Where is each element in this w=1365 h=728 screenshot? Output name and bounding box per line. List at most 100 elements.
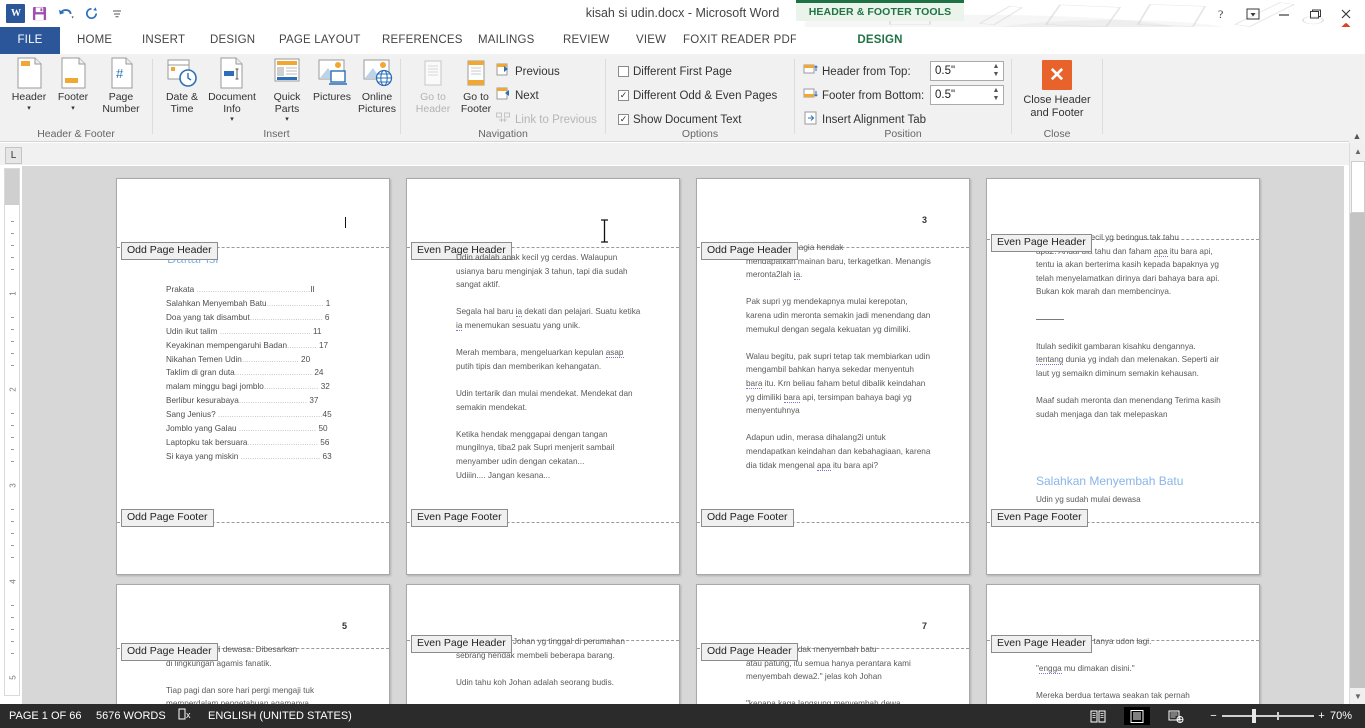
undo-icon[interactable] (53, 3, 77, 25)
document-canvas[interactable]: Daftar isi Odd Page Header Prakata .....… (22, 166, 1344, 704)
toc-row[interactable]: Laptopku tak bersuara...................… (166, 436, 348, 450)
spell-check-icon[interactable]: x (178, 704, 194, 728)
page-4-body[interactable]: xxxxxxxxx ah kecil yg beringus tak tahua… (1036, 231, 1221, 435)
page-4[interactable]: xxxxxxxxx ah kecil yg beringus tak tahua… (986, 178, 1260, 575)
online-pictures-button[interactable]: Online Pictures (351, 57, 403, 127)
zoom-out-button[interactable]: − (1208, 704, 1219, 728)
page-7[interactable]: 7 xxxxxxxxx ni tidak menyembah batuatau … (696, 584, 970, 704)
toc-page: 63 (322, 451, 332, 461)
help-icon[interactable]: ? (1207, 2, 1237, 26)
toc-row[interactable]: Taklim di gran duta.....................… (166, 366, 348, 380)
page-6[interactable]: Dia adalah koh Johan yg tinggal di perum… (406, 584, 680, 704)
tab-insert[interactable]: INSERT (131, 27, 196, 54)
vruler-mark-1: 1 (8, 291, 18, 296)
stepper-down-icon[interactable]: ▼ (992, 71, 1000, 78)
ribbon-display-options-icon[interactable] (1238, 2, 1268, 26)
tab-view[interactable]: VIEW (625, 27, 677, 54)
scroll-down-arrow-icon[interactable]: ▼ (1350, 688, 1365, 704)
tab-file[interactable]: FILE (0, 27, 60, 54)
zoom-level[interactable]: 70% (1330, 704, 1352, 728)
web-layout-icon[interactable] (1163, 707, 1189, 725)
different-odd-even-label: Different Odd & Even Pages (633, 89, 778, 102)
stepper-up-icon[interactable]: ▲ (992, 63, 1000, 70)
close-x-icon: ✕ (1042, 60, 1072, 90)
tab-home[interactable]: HOME (66, 27, 123, 54)
header-icon (14, 57, 45, 89)
zoom-slider-handle[interactable] (1252, 709, 1256, 723)
page-number-button[interactable]: # Page Number (92, 57, 150, 127)
print-layout-icon[interactable] (1124, 707, 1150, 725)
zoom-slider-track[interactable] (1222, 715, 1314, 717)
toc-row[interactable]: Nikahan Temen Udin......................… (166, 353, 348, 367)
close-header-footer-button[interactable]: ✕ Close Header and Footer (1020, 60, 1094, 134)
scrollbar-thumb[interactable] (1351, 161, 1365, 213)
show-document-text-checkbox[interactable]: ✓ Show Document Text (618, 110, 741, 129)
tab-foxit-reader-pdf[interactable]: FOXIT READER PDF (672, 27, 808, 54)
ribbon-group-navigation: Go to Header Go to Footer Previous Next (401, 54, 605, 142)
scroll-up-arrow-icon[interactable]: ▲ (1350, 143, 1365, 159)
paragraph: Udin tertarik dan mulai mendekat. Mendek… (456, 388, 633, 412)
tab-page-layout[interactable]: PAGE LAYOUT (268, 27, 372, 54)
tab-stop-selector[interactable]: L (5, 147, 22, 164)
word-count[interactable]: 5676 WORDS (96, 704, 166, 728)
stepper-up-icon[interactable]: ▲ (992, 87, 1000, 94)
toc-row[interactable]: malam minggu bagi jomblo................… (166, 380, 348, 394)
page-3[interactable]: 3 xxxxxxxxx bahagia hendakmendapatkan ma… (696, 178, 970, 575)
word-logo-icon: W (6, 4, 25, 23)
minimize-icon[interactable] (1269, 2, 1299, 26)
toc-text: Doa yang tak disambut (166, 312, 250, 322)
word-application-window: kisah si udin.docx - Microsoft Word W HE… (0, 0, 1365, 728)
previous-button[interactable]: Previous (495, 62, 560, 81)
toc-row[interactable]: Prakata ................................… (166, 283, 348, 297)
collapse-ribbon-button[interactable]: ▲ (1349, 128, 1365, 143)
read-mode-icon[interactable] (1085, 707, 1111, 725)
document-info-button[interactable]: Document Info ▾ (203, 57, 261, 127)
toc-row[interactable]: Si kaya yang miskin ....................… (166, 450, 348, 464)
go-to-footer-icon (463, 57, 489, 89)
tab-header-footer-design[interactable]: DESIGN (796, 27, 964, 54)
header-from-top-input[interactable]: 0.5" ▲ ▼ (930, 61, 1004, 81)
scrollbar-track[interactable] (1350, 213, 1365, 688)
tab-mailings[interactable]: MAILINGS (467, 27, 546, 54)
toc-row[interactable]: Salahkan Menyembah Batu.................… (166, 297, 348, 311)
save-icon[interactable] (27, 3, 51, 25)
horizontal-ruler[interactable]: 1 2 3 ⌟ (0, 143, 1365, 313)
restore-icon[interactable] (1300, 2, 1330, 26)
toc-row[interactable]: Doa yang tak disambut...................… (166, 311, 348, 325)
redo-icon[interactable] (79, 3, 103, 25)
different-odd-even-checkbox[interactable]: ✓ Different Odd & Even Pages (618, 86, 777, 105)
zoom-in-button[interactable]: + (1316, 704, 1327, 728)
page-2-body[interactable]: Udin adalah anak kecil yg cerdas. Walaup… (456, 251, 641, 482)
toc-row[interactable]: Jomblo yang Galau ......................… (166, 422, 348, 436)
footer-from-bottom-input[interactable]: 0.5" ▲ ▼ (930, 85, 1004, 105)
vertical-ruler[interactable]: 1 2 3 4 5 (4, 168, 20, 696)
tab-references[interactable]: REFERENCES (371, 27, 474, 54)
vertical-scrollbar[interactable]: ▲ ▼ (1349, 143, 1365, 704)
link-to-previous-button[interactable]: Link to Previous (495, 110, 597, 129)
page-indicator[interactable]: PAGE 1 OF 66 (9, 704, 82, 728)
first-line: ni tidak menyembah batu (785, 645, 877, 654)
next-button[interactable]: Next (495, 86, 539, 105)
table-of-contents[interactable]: Prakata ................................… (166, 283, 348, 464)
language-indicator[interactable]: ENGLISH (UNITED STATES) (208, 704, 352, 728)
footer-from-bottom-label: Footer from Bottom: (822, 89, 925, 102)
page-8[interactable]: dewanxxx ga?" tanya udon lagi. "engga mu… (986, 584, 1260, 704)
tab-review[interactable]: REVIEW (552, 27, 621, 54)
stepper-down-icon[interactable]: ▼ (992, 95, 1000, 102)
toc-row[interactable]: Sang Jenius? ...........................… (166, 408, 348, 422)
vruler-mark-3: 3 (8, 483, 18, 488)
page-2[interactable]: Even Page Header Udin adalah anak kecil … (406, 178, 680, 575)
toc-row[interactable]: Berlibur kesurabaya.....................… (166, 394, 348, 408)
page-3-body[interactable]: xxxxxxxxx bahagia hendakmendapatkan main… (746, 241, 931, 486)
toc-row[interactable]: Udin ikut talim ........................… (166, 325, 348, 339)
page-5[interactable]: 5 xxxxxxxx muali dewasa. Dibesarkandi li… (116, 584, 390, 704)
chevron-down-icon: ▾ (27, 104, 31, 112)
toc-page: 24 (314, 368, 324, 378)
customize-qat-icon[interactable] (105, 3, 129, 25)
insert-alignment-tab-button[interactable]: Insert Alignment Tab (803, 110, 926, 129)
toc-row[interactable]: Keyakinan mempengaruhi Badan............… (166, 339, 348, 353)
different-first-page-checkbox[interactable]: Different First Page (618, 62, 732, 81)
tab-design[interactable]: DESIGN (199, 27, 266, 54)
date-time-button[interactable]: Date & Time (156, 57, 208, 127)
page-1[interactable]: Daftar isi Odd Page Header Prakata .....… (116, 178, 390, 575)
